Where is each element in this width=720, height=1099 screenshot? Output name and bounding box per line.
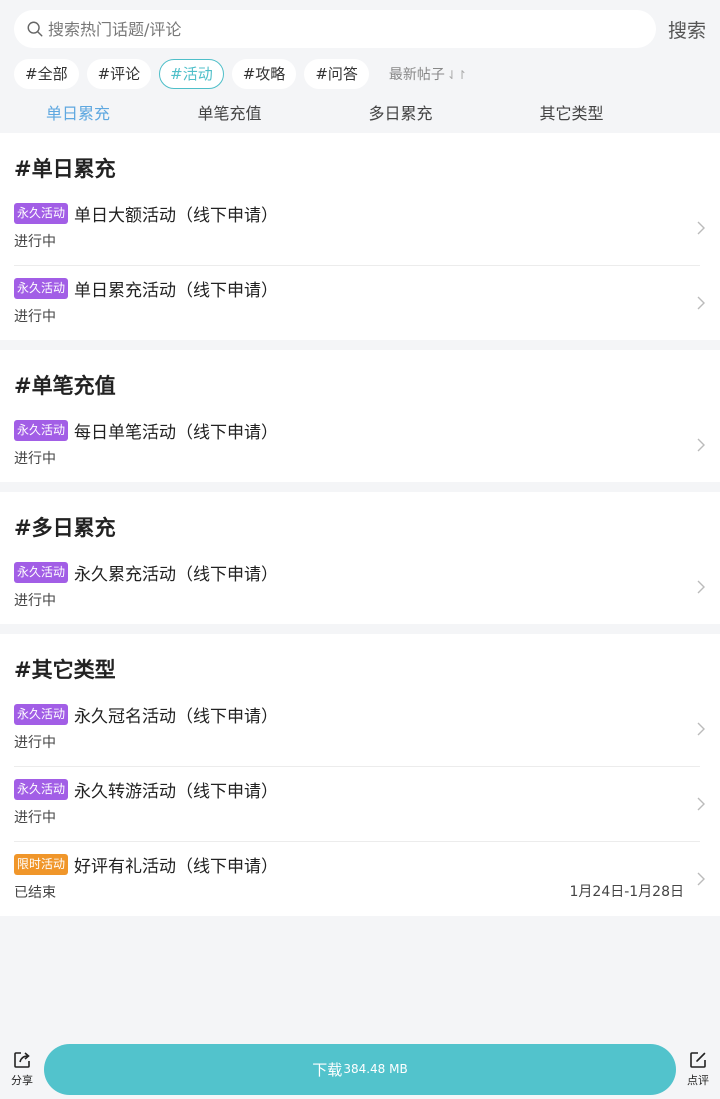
edit-icon [690,1052,706,1068]
badge-permanent: 永久活动 [14,277,69,299]
download-button[interactable]: 下载 384.48 MB [44,1043,676,1095]
category-tabs: 单日累充 单笔充值 多日累充 其它类型 [14,91,706,133]
section-title: #其它类型 [14,658,116,682]
tab-other[interactable]: 其它类型 [486,100,657,124]
chevron-right-icon [697,221,705,235]
item-status: 进行中 [14,234,56,250]
download-label: 下载 [312,1060,343,1079]
item-status: 进行中 [14,810,56,826]
section-title: #单日累充 [14,157,116,181]
review-button[interactable]: 点评 [676,1050,720,1088]
item-title: 永久转游活动（线下申请） [74,781,279,802]
list-item[interactable]: 永久活动 永久冠名活动（线下申请） 进行中 [14,692,705,767]
share-button[interactable]: 分享 [0,1050,44,1088]
chevron-right-icon [697,296,705,310]
badge-permanent: 永久活动 [14,561,69,583]
chip-activity[interactable]: #活动 [159,59,224,89]
item-status: 进行中 [14,735,56,751]
item-status: 进行中 [14,593,56,609]
bottom-bar: 分享 下载 384.48 MB 点评 [0,1039,720,1099]
item-status: 进行中 [14,309,56,325]
sort-button[interactable]: 最新帖子 ⇃↾ [389,64,467,84]
tab-single-recharge[interactable]: 单笔充值 [144,100,315,124]
section-title: #单笔充值 [14,374,116,398]
chevron-right-icon [697,722,705,736]
item-title: 每日单笔活动（线下申请） [74,422,279,443]
list-item[interactable]: 限时活动 好评有礼活动（线下申请） 已结束 1月24日-1月28日 [14,842,705,916]
section-single-recharge: #单笔充值 永久活动 每日单笔活动（线下申请） 进行中 [0,350,720,482]
badge-permanent: 永久活动 [14,419,69,441]
chip-qa[interactable]: #问答 [304,59,369,89]
list-item[interactable]: 永久活动 永久转游活动（线下申请） 进行中 [14,767,705,842]
search-input[interactable] [48,19,644,39]
list-item[interactable]: 永久活动 单日累充活动（线下申请） 进行中 [14,266,705,340]
sort-label: 最新帖子 [388,67,445,83]
section-title: #多日累充 [14,516,116,540]
top-area: 搜索 #全部 #评论 #活动 #攻略 #问答 最新帖子⇃↾ 单日累充 单笔充值 … [0,0,720,133]
topic-chips: #全部 #评论 #活动 #攻略 #问答 最新帖子 ⇃↾ [14,59,706,89]
chevron-right-icon [697,438,705,452]
sort-arrows-icon: ⇃↾ [446,68,467,82]
search-button[interactable]: 搜索 [666,16,706,43]
item-title: 永久冠名活动（线下申请） [74,706,279,727]
search-icon [27,21,43,37]
item-date: 1月24日-1月28日 [569,884,685,900]
download-size: 384.48 MB [343,1062,408,1076]
chip-all[interactable]: #全部 [14,59,79,89]
badge-permanent: 永久活动 [14,778,69,800]
item-title: 单日大额活动（线下申请） [74,205,279,226]
chevron-right-icon [697,872,705,886]
search-row: 搜索 [14,10,706,48]
share-label: 分享 [11,1074,33,1087]
chevron-right-icon [697,797,705,811]
item-title: 永久累充活动（线下申请） [74,564,279,585]
chevron-right-icon [697,580,705,594]
badge-permanent: 永久活动 [14,703,69,725]
list-item[interactable]: 永久活动 每日单笔活动（线下申请） 进行中 [14,408,705,482]
section-other: #其它类型 永久活动 永久冠名活动（线下申请） 进行中 永久活动 永久转游活动（… [0,634,720,916]
share-icon [14,1052,30,1068]
badge-limited: 限时活动 [14,853,69,875]
list-item[interactable]: 永久活动 永久累充活动（线下申请） 进行中 [14,550,705,624]
review-label: 点评 [687,1074,709,1087]
tab-multi-day[interactable]: 多日累充 [315,100,486,124]
badge-permanent: 永久活动 [14,202,69,224]
chip-guide[interactable]: #攻略 [231,59,297,89]
item-status: 进行中 [14,451,56,467]
list-item[interactable]: 永久活动 单日大额活动（线下申请） 进行中 [14,191,705,266]
chip-comment[interactable]: #评论 [86,59,152,89]
item-title: 单日累充活动（线下申请） [74,280,279,301]
search-box[interactable] [14,10,656,48]
section-single-day: #单日累充 永久活动 单日大额活动（线下申请） 进行中 永久活动 单日累充活动（… [0,133,720,340]
tab-single-day[interactable]: 单日累充 [14,100,144,124]
item-title: 好评有礼活动（线下申请） [74,856,279,877]
section-multi-day: #多日累充 永久活动 永久累充活动（线下申请） 进行中 [0,492,720,624]
